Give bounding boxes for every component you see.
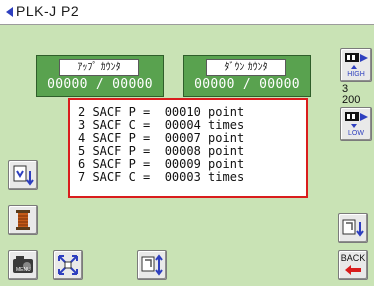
thread-spool-icon [16, 210, 30, 230]
speed-high-button[interactable]: HIGH [340, 48, 372, 82]
stitch-data-list[interactable]: 2 SACF P = 00010 point 3 SACF C = 00004 … [68, 98, 308, 198]
menu-icon: MENU [13, 256, 33, 273]
speed-high-label: HIGH [347, 71, 365, 78]
move-down-button[interactable] [338, 213, 368, 243]
up-counter-label: ｱｯﾌﾟ ｶｳﾝﾀ [59, 59, 139, 76]
sewing-adjust-button[interactable] [137, 250, 167, 280]
pattern-expand-icon [58, 255, 78, 275]
machine-panel-screen: PLK-J P2 ｱｯﾌﾟ ｶｳﾝﾀ 00000 / 00000 ﾀﾞｳﾝ ｶｳ… [0, 0, 374, 286]
down-counter-button[interactable]: ﾀﾞｳﾝ ｶｳﾝﾀ 00000 / 00000 [183, 55, 311, 97]
pattern-down-icon [13, 165, 34, 186]
speed-low-button[interactable]: LOW [340, 107, 372, 141]
title-arrow-icon [6, 7, 13, 17]
up-counter-button[interactable]: ｱｯﾌﾟ ｶｳﾝﾀ 00000 / 00000 [36, 55, 164, 97]
back-button[interactable]: BACK [338, 250, 368, 280]
menu-label: MENU [16, 267, 31, 273]
pattern-down-button[interactable] [8, 160, 38, 190]
title-bar: PLK-J P2 [0, 0, 374, 25]
sewing-adjust-icon [141, 254, 163, 276]
thread-button[interactable] [8, 205, 38, 235]
page-title: PLK-J P2 [16, 3, 80, 19]
menu-button[interactable]: MENU [8, 250, 38, 280]
back-icon [345, 265, 361, 275]
speed-low-label: LOW [348, 130, 364, 137]
down-counter-value: 00000 / 00000 [194, 77, 300, 92]
move-down-icon [342, 219, 364, 237]
pattern-expand-button[interactable] [53, 250, 83, 280]
up-counter-value: 00000 / 00000 [47, 77, 153, 92]
speed-value: 200 [342, 94, 361, 106]
down-counter-label: ﾀﾞｳﾝ ｶｳﾝﾀ [206, 59, 286, 76]
list-item: 7 SACF C = 00003 times [78, 170, 245, 184]
